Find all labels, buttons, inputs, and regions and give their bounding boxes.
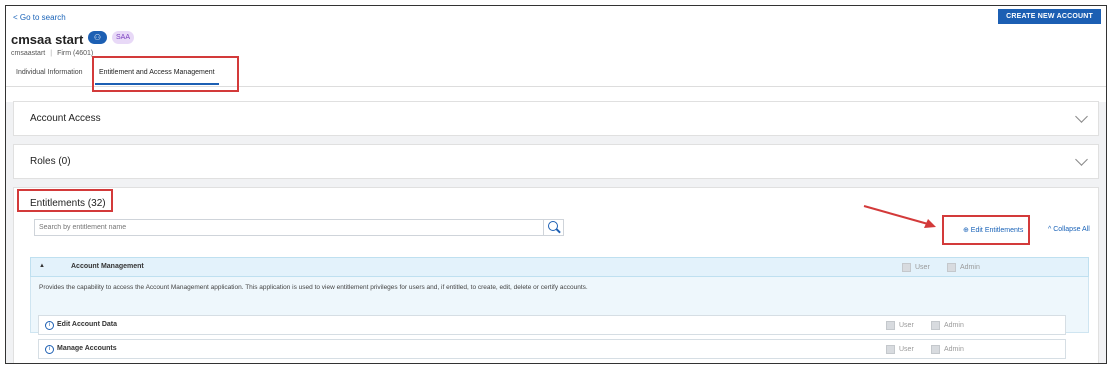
app-window: < Go to search CREATE NEW ACCOUNT cmsaa …: [5, 5, 1107, 364]
annotation-arrow: [863, 205, 936, 228]
